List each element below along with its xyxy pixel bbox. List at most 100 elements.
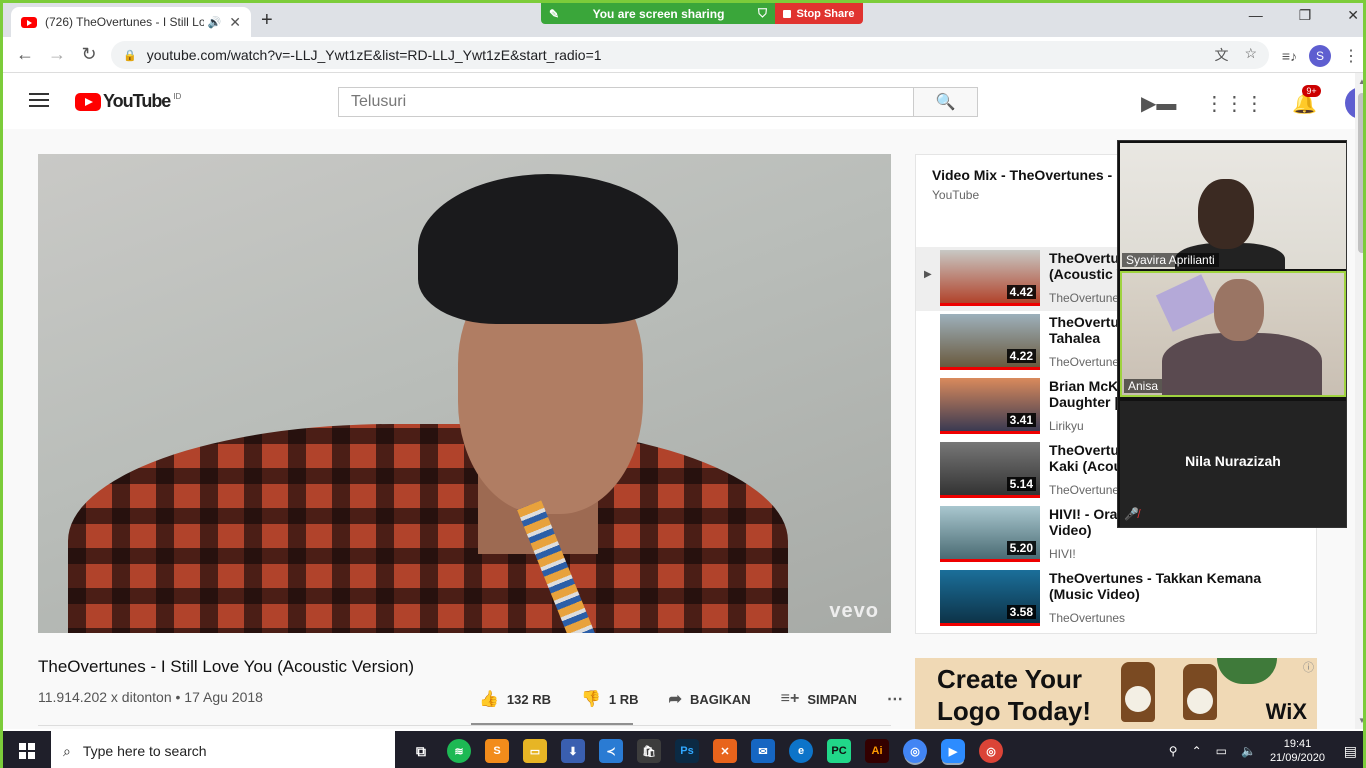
ad-headline-2: Logo Today!	[937, 696, 1092, 726]
chrome-profile-icon[interactable]: ◎	[979, 739, 1003, 763]
playlist-thumbnail[interactable]: 3.41	[940, 378, 1040, 434]
action-center-icon[interactable]: ▤	[1344, 743, 1357, 760]
speaker-icon[interactable]: 🔊	[208, 16, 222, 29]
playlist-item-channel: TheOvertune	[1049, 355, 1120, 369]
playlist-title[interactable]: Video Mix - TheOvertunes - I S	[932, 167, 1133, 183]
playlist-thumbnail[interactable]: 4.42	[940, 250, 1040, 306]
region-code: ID	[173, 92, 182, 101]
playlist-thumbnail[interactable]: 5.20	[940, 506, 1040, 562]
like-count: 132 RB	[506, 691, 551, 707]
playlist-thumbnail[interactable]: 5.14	[940, 442, 1040, 498]
pycharm-icon[interactable]: PC	[827, 739, 851, 763]
mail-icon[interactable]: ✉	[751, 739, 775, 763]
notifications-bell-icon[interactable]: 🔔 9+	[1292, 84, 1321, 116]
participant-tile[interactable]: Nila Nurazizah 🎤̸	[1120, 401, 1346, 527]
stop-icon	[783, 9, 792, 18]
zoom-icon[interactable]: ▶	[941, 739, 965, 763]
share-button[interactable]: ➦ BAGIKAN	[669, 689, 751, 709]
address-bar[interactable]: 🔒 youtube.com/watch?v=-LLJ_Ywt1zE&list=R…	[111, 41, 1269, 69]
file-explorer-icon[interactable]: ▭	[523, 739, 547, 763]
create-video-icon[interactable]: ▶▬	[1141, 91, 1176, 116]
playlist-item-channel: Lirikyu	[1049, 419, 1084, 433]
page-scrollbar[interactable]: ▲ ▼	[1355, 73, 1363, 729]
menu-icon[interactable]	[29, 93, 49, 107]
app-shield-icon[interactable]: ⬇	[561, 739, 585, 763]
participant-name: Nila Nurazizah	[1185, 453, 1281, 469]
browser-profile-avatar[interactable]: S	[1309, 45, 1331, 67]
youtube-favicon-icon	[21, 16, 37, 28]
search-icon: 🔍	[935, 94, 956, 111]
stop-share-button[interactable]: Stop Share	[775, 3, 863, 24]
windows-taskbar: ⌕ Type here to search ⧉ ≋ S ▭ ⬇ ≺ 🛍 Ps ✕…	[3, 731, 1363, 768]
playlist-thumbnail[interactable]: 4.22	[940, 314, 1040, 370]
lock-icon[interactable]: 🔒	[123, 49, 137, 62]
vscode-icon[interactable]: ≺	[599, 739, 623, 763]
thumbs-up-icon: 👍	[479, 691, 499, 708]
people-icon[interactable]: ⚲	[1169, 744, 1178, 758]
back-icon[interactable]: ←	[9, 44, 41, 65]
duration-badge: 5.14	[1006, 477, 1036, 491]
edge-icon[interactable]: e	[789, 739, 813, 763]
forward-icon[interactable]: →	[41, 44, 73, 65]
playlist-thumbnail[interactable]: 3.58	[940, 570, 1040, 626]
translate-icon[interactable]: 文	[1214, 45, 1228, 65]
participant-tile-active-speaker[interactable]: Anisa	[1120, 271, 1346, 397]
video-player[interactable]: vevo	[38, 154, 891, 633]
close-tab-icon[interactable]: ✕	[229, 14, 241, 31]
battery-icon[interactable]: ▭	[1216, 744, 1227, 758]
minimize-icon[interactable]: —	[1249, 7, 1263, 24]
duration-badge: 3.41	[1006, 413, 1036, 427]
windows-logo-icon	[19, 743, 35, 759]
like-button[interactable]: 👍 132 RB	[479, 689, 551, 709]
url-text[interactable]: youtube.com/watch?v=-LLJ_Ywt1zE&list=RD-…	[147, 47, 1215, 63]
bookmark-star-icon[interactable]: ☆	[1244, 45, 1257, 65]
taskbar-search[interactable]: ⌕ Type here to search	[51, 731, 395, 768]
scrollbar-thumb[interactable]	[1358, 93, 1363, 253]
dislike-button[interactable]: 👎 1 RB	[581, 689, 639, 709]
participant-tile[interactable]: Syavira Aprilianti	[1120, 143, 1346, 269]
media-control-icon[interactable]: ≡♪	[1282, 48, 1297, 64]
scroll-down-icon[interactable]: ▼	[1358, 716, 1363, 725]
ad-banner[interactable]: Create Your Logo Today! WiX	[915, 658, 1317, 729]
playlist-item-title[interactable]: TheOvertunes - Takkan Kemana (Music Vide…	[1049, 570, 1299, 602]
new-tab-button[interactable]: +	[261, 9, 273, 32]
screen-share-banner[interactable]: ✎ You are screen sharing ⛉	[541, 3, 775, 24]
illustrator-icon[interactable]: Ai	[865, 739, 889, 763]
restore-icon[interactable]: ❐	[1299, 7, 1312, 24]
browser-menu-icon[interactable]: ⋮	[1343, 46, 1359, 66]
sublime-text-icon[interactable]: S	[485, 739, 509, 763]
system-clock[interactable]: 19:41 21/09/2020	[1270, 737, 1325, 765]
volume-icon[interactable]: 🔈	[1241, 744, 1256, 758]
clock-time: 19:41	[1283, 738, 1312, 750]
start-button[interactable]	[3, 731, 51, 768]
xampp-icon[interactable]: ✕	[713, 739, 737, 763]
scroll-up-icon[interactable]: ▲	[1358, 77, 1363, 86]
playlist-item[interactable]: 3.58 TheOvertunes - Takkan Kemana (Music …	[916, 567, 1316, 631]
share-leaf-icon: ✎	[549, 6, 560, 21]
duration-badge: 3.58	[1006, 605, 1036, 619]
task-view-icon[interactable]: ⧉	[409, 739, 433, 763]
ad-info-icon[interactable]: ⓘ	[1303, 659, 1314, 675]
youtube-logo[interactable]: YouTube ID	[75, 91, 181, 112]
browser-tab-strip: (726) TheOvertunes - I Still Lo 🔊 ✕ + ✎ …	[3, 3, 1363, 37]
photoshop-icon[interactable]: Ps	[675, 739, 699, 763]
save-button[interactable]: ≡+ SIMPAN	[781, 689, 857, 709]
taskbar-apps: ⧉ ≋ S ▭ ⬇ ≺ 🛍 Ps ✕ ✉ e PC Ai ◎ ▶ ◎	[409, 739, 1003, 763]
chrome-icon[interactable]: ◎	[903, 739, 927, 763]
share-arrow-icon: ➦	[668, 691, 682, 708]
show-hidden-icons-icon[interactable]: ⌃	[1192, 744, 1202, 758]
browser-tab[interactable]: (726) TheOvertunes - I Still Lo 🔊 ✕	[11, 7, 251, 37]
close-window-icon[interactable]: ✕	[1347, 7, 1359, 24]
playlist-item-channel: TheOvertune	[1049, 483, 1120, 497]
system-tray: ⚲ ⌃ ▭ 🔈 19:41 21/09/2020	[1169, 731, 1325, 768]
spotify-icon[interactable]: ≋	[447, 739, 471, 763]
store-icon[interactable]: 🛍	[637, 739, 661, 763]
participant-video	[1198, 179, 1254, 249]
header-actions: ▶▬ ⋮⋮⋮ 🔔9+ S	[1141, 84, 1363, 119]
more-actions-button[interactable]: ⋯	[887, 689, 903, 709]
search-input[interactable]: Telusuri	[338, 87, 914, 117]
tab-title: (726) TheOvertunes - I Still Lo	[45, 15, 204, 29]
search-button[interactable]: 🔍	[913, 87, 978, 117]
reload-icon[interactable]: ↻	[73, 44, 105, 65]
apps-grid-icon[interactable]: ⋮⋮⋮	[1204, 91, 1264, 116]
